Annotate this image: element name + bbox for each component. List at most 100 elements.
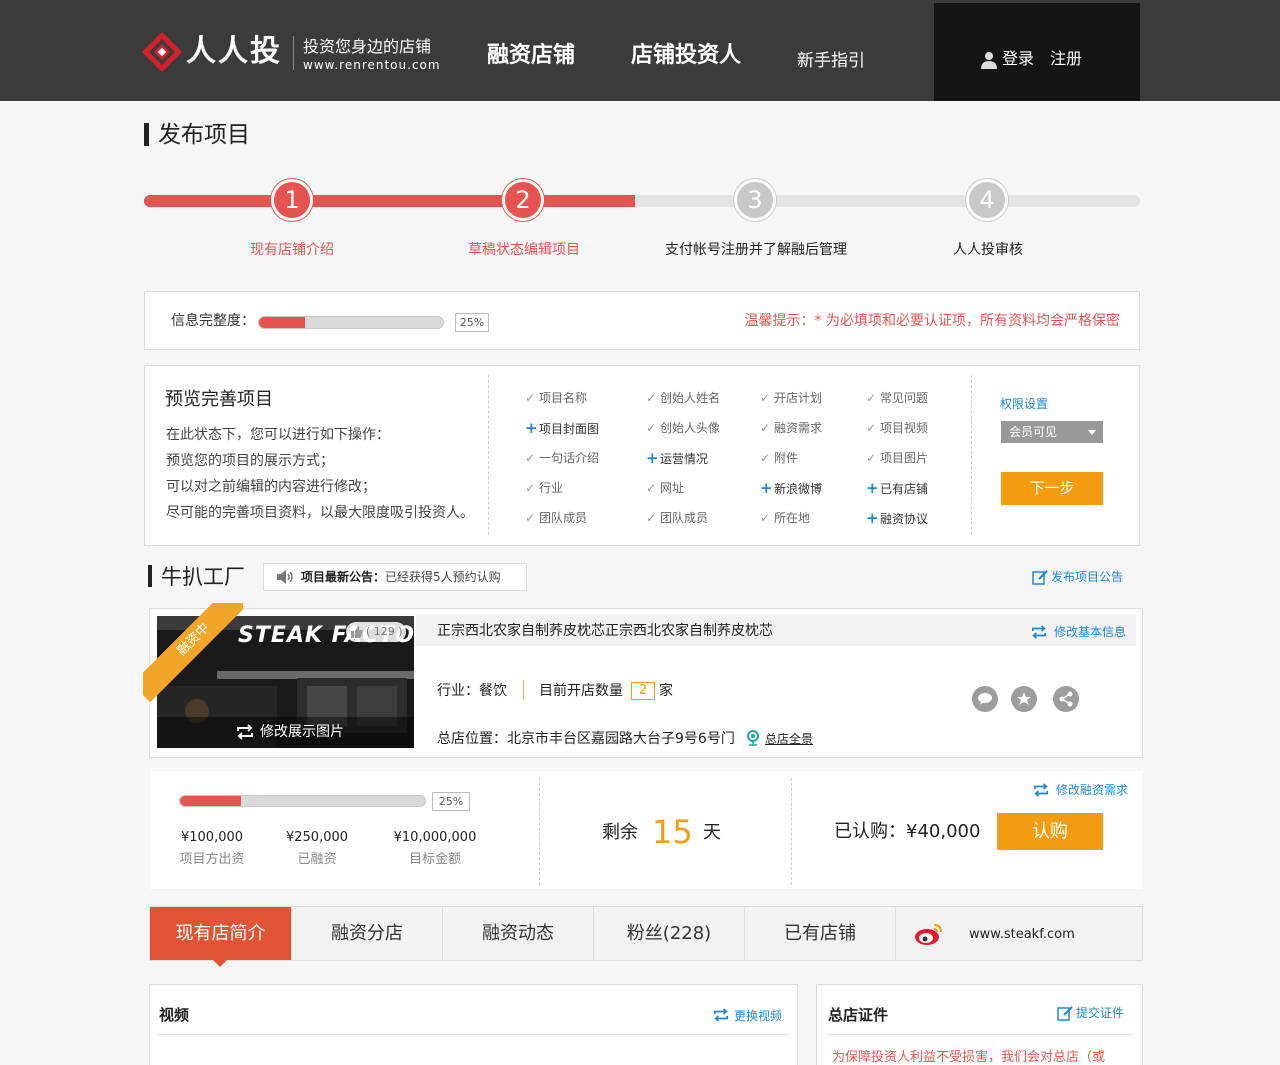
remaining-days: 15 (652, 813, 693, 851)
edit-icon[interactable] (1057, 1005, 1073, 1021)
checklist-item[interactable]: +新浪微博 (760, 480, 822, 497)
funding-progress-fill (180, 796, 241, 806)
login-link[interactable]: 登录 (1002, 48, 1034, 70)
preview-line: 预览您的项目的展示方式； (166, 453, 334, 469)
weibo-icon[interactable] (914, 921, 944, 947)
preview-line: 尽可能的完善项目资料，以最大限度吸引投资人。 (166, 505, 474, 521)
tab-existing-stores[interactable]: 已有店铺 (745, 907, 896, 960)
divider (488, 375, 489, 535)
checklist-item[interactable]: ✓ 开店计划 (760, 390, 822, 406)
edit-basic-info-link[interactable]: 修改基本信息 (1054, 624, 1126, 640)
refresh-icon[interactable] (1032, 783, 1050, 797)
subscribed-amount: 已认购：¥40,000 (834, 821, 981, 842)
website-link[interactable]: www.steakf.com (969, 927, 1075, 943)
checklist-item[interactable]: ✓ 网址 (646, 480, 684, 496)
checklist-item-label: 运营情况 (660, 452, 709, 466)
refresh-icon[interactable] (236, 724, 254, 740)
share-icon[interactable] (1053, 686, 1079, 712)
check-icon: ✓ (760, 451, 771, 465)
change-video-link[interactable]: 更换视频 (734, 1008, 782, 1024)
comment-icon[interactable] (972, 686, 998, 712)
register-link[interactable]: 注册 (1050, 48, 1082, 70)
account-area (934, 3, 1140, 101)
step-4-circle: 4 (966, 179, 1008, 221)
checklist-item[interactable]: ✓ 一句话介绍 (525, 450, 599, 466)
certificate-notice: 为保障投资人利益不受损害，我们会对总店（或 (832, 1050, 1106, 1065)
project-description: 正宗西北农家自制荞皮枕芯正宗西北农家自制荞皮枕芯 (437, 623, 773, 639)
amount-value: ¥10,000,000 (393, 830, 477, 845)
subscribe-button[interactable]: 认购 (997, 813, 1103, 850)
checklist-item-label: 行业 (539, 481, 564, 495)
plus-icon: + (866, 509, 879, 527)
check-icon: ✓ (525, 481, 536, 495)
checklist-item[interactable]: ✓ 项目图片 (866, 450, 928, 466)
privacy-tip: 温馨提示：* 为必填项和必要认证项，所有资料均会严格保密 (744, 313, 1120, 329)
edit-icon[interactable] (1032, 569, 1048, 585)
preview-title: 预览完善项目 (165, 389, 273, 410)
checklist-item[interactable]: ✓ 项目名称 (525, 390, 587, 406)
tab-fans[interactable]: 粉丝(228) (594, 907, 745, 960)
checklist-item-label: 项目名称 (539, 391, 588, 405)
divider (791, 778, 792, 885)
nav-financing-shops[interactable]: 融资店铺 (487, 40, 575, 72)
store-count-value: 2 (631, 682, 655, 700)
checklist-item-label: 项目图片 (880, 451, 929, 465)
tab-branch-financing[interactable]: 融资分店 (292, 907, 443, 960)
checklist-item[interactable]: ✓ 附件 (760, 450, 798, 466)
plus-icon: + (760, 479, 773, 497)
checklist-item[interactable]: ✓ 所在地 (760, 510, 810, 526)
checklist-item[interactable]: ✓ 项目视频 (866, 420, 928, 436)
checklist-item[interactable]: +运营情况 (646, 450, 708, 467)
divider (971, 375, 972, 535)
checklist-item[interactable]: ✓ 团队成员 (525, 510, 587, 526)
checklist-item-label: 网址 (660, 481, 685, 495)
checklist-item[interactable]: ✓ 常见问题 (866, 390, 928, 406)
checklist-item-label: 项目封面图 (539, 422, 600, 436)
thumbs-up-icon[interactable] (351, 626, 363, 638)
checklist-item-label: 新浪微博 (774, 482, 823, 496)
check-icon: ✓ (866, 421, 877, 435)
checklist-item[interactable]: ✓ 团队成员 (646, 510, 708, 526)
next-step-button[interactable]: 下一步 (1001, 472, 1103, 505)
step-3-circle: 3 (734, 179, 776, 221)
refresh-icon[interactable] (711, 1008, 731, 1022)
checklist-item[interactable]: ✓ 行业 (525, 480, 563, 496)
store-panorama-link[interactable]: 总店全景 (765, 731, 813, 747)
publish-notice-link[interactable]: 发布项目公告 (1051, 569, 1123, 585)
tab-store-intro[interactable]: 现有店简介 (150, 907, 292, 960)
check-icon: ✓ (760, 391, 771, 405)
brand-name[interactable]: 人人投 (186, 30, 282, 74)
nav-beginner-guide[interactable]: 新手指引 (797, 45, 865, 77)
checklist-item[interactable]: +项目封面图 (525, 420, 599, 437)
store-count-label: 目前开店数量 (539, 683, 623, 699)
plus-icon: + (866, 479, 879, 497)
video-panel-title: 视频 (159, 1006, 190, 1024)
plus-icon: + (646, 449, 659, 467)
star-icon[interactable] (1011, 686, 1037, 712)
checklist-item[interactable]: ✓ 创始人姓名 (646, 390, 720, 406)
checklist-item[interactable]: +已有店铺 (866, 480, 928, 497)
map-pin-icon[interactable] (745, 729, 761, 747)
chevron-down-icon[interactable] (1088, 430, 1096, 435)
nav-shop-investors[interactable]: 店铺投资人 (631, 40, 741, 72)
edit-image-link[interactable]: 修改展示图片 (260, 723, 344, 741)
checklist-item[interactable]: +融资协议 (866, 510, 928, 527)
notice-text: 项目最新公告：已经获得5人预约认购 (301, 569, 501, 585)
tab-financing-news[interactable]: 融资动态 (443, 907, 594, 960)
step-2-label: 草稿状态编辑项目 (468, 242, 580, 258)
checklist-item-label: 开店计划 (774, 391, 823, 405)
preview-line: 可以对之前编辑的内容进行修改； (166, 479, 376, 495)
amount-value: ¥100,000 (180, 830, 244, 845)
checklist-item-label: 团队成员 (660, 511, 709, 525)
check-icon: ✓ (525, 391, 536, 405)
logo-icon[interactable] (140, 30, 184, 74)
edit-funding-link[interactable]: 修改融资需求 (1056, 782, 1128, 798)
submit-certificate-link[interactable]: 提交证件 (1076, 1005, 1124, 1021)
checklist-item[interactable]: ✓ 融资需求 (760, 420, 822, 436)
checklist-item[interactable]: ✓ 创始人头像 (646, 420, 720, 436)
title-marker (148, 565, 152, 587)
divider (158, 1034, 788, 1035)
divider (828, 1034, 1132, 1035)
refresh-icon[interactable] (1030, 625, 1048, 639)
step-1-label: 现有店铺介绍 (250, 242, 334, 258)
